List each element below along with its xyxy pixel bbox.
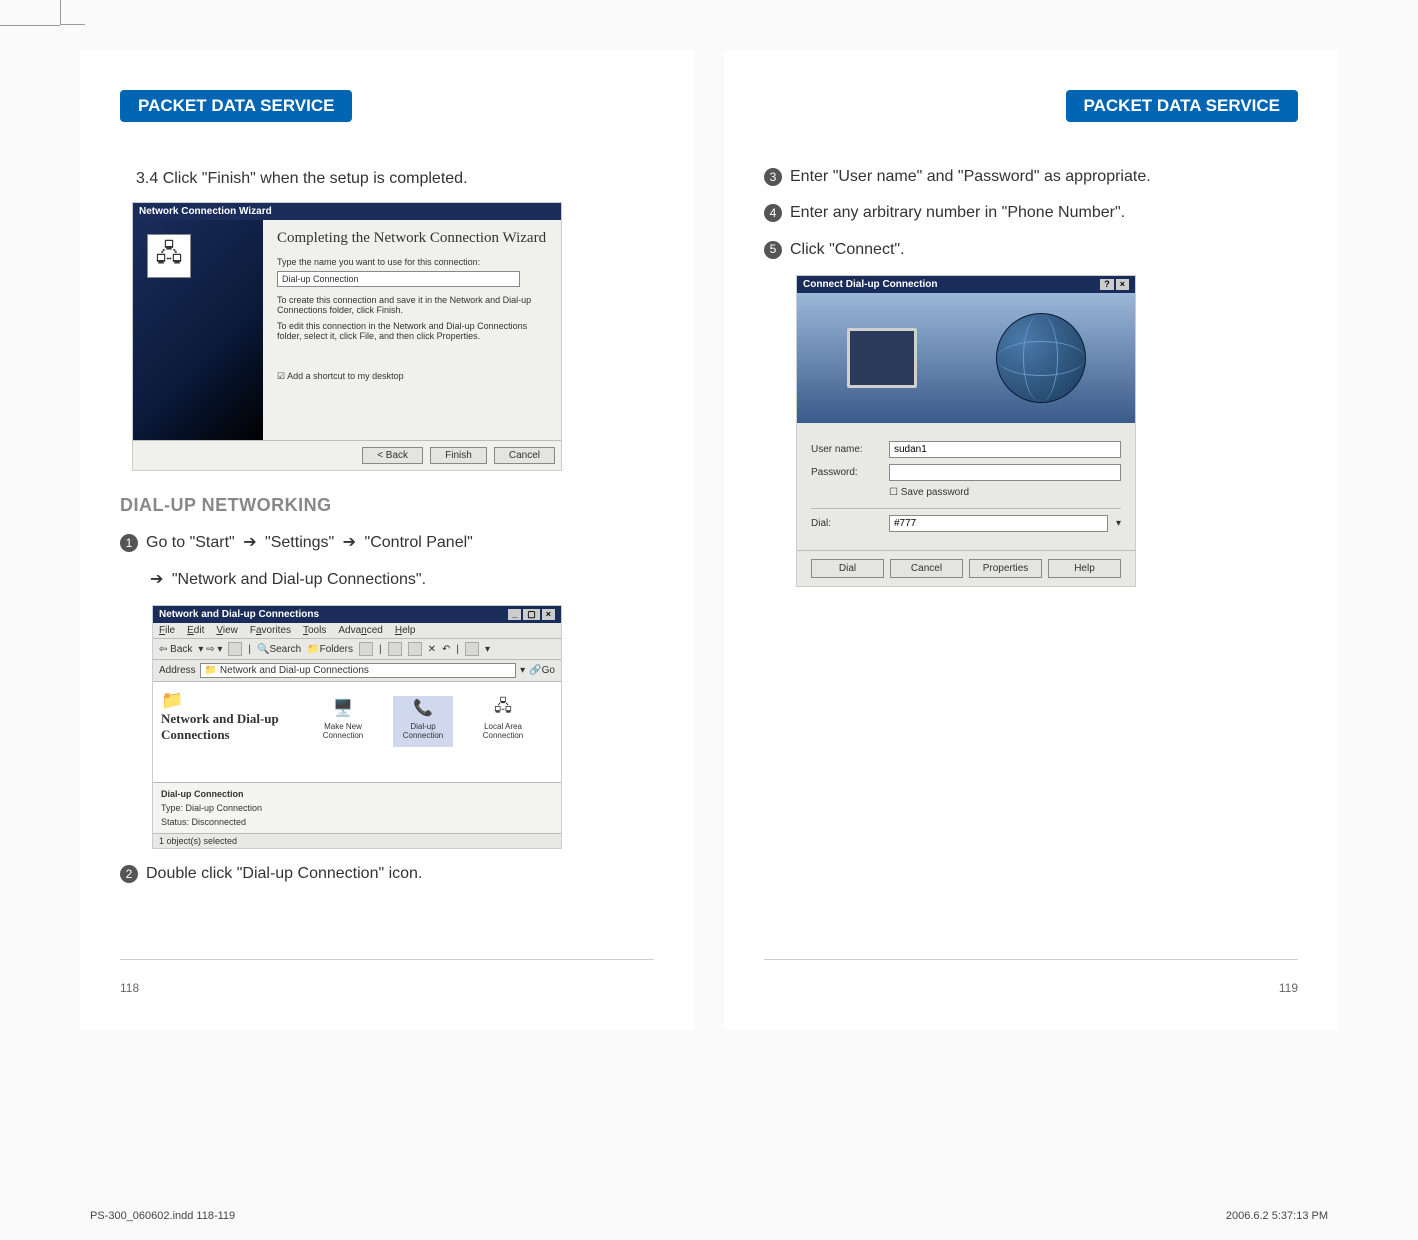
left-page: PACKET DATA SERVICE 3.4 Click "Finish" w… xyxy=(80,50,694,1030)
connect-cancel-button[interactable]: Cancel xyxy=(890,559,963,578)
menu-favorites[interactable]: Favorites xyxy=(250,625,291,636)
footer-metadata: PS-300_060602.indd 118-119 2006.6.2 5:37… xyxy=(90,1210,1328,1222)
history-icon[interactable] xyxy=(359,642,373,656)
username-input[interactable] xyxy=(889,441,1121,458)
step-3: 3 Enter "User name" and "Password" as ap… xyxy=(764,166,1298,188)
menu-tools[interactable]: Tools xyxy=(303,625,326,636)
step-2: 2 Double click "Dial-up Connection" icon… xyxy=(120,863,654,885)
step-4-number: 4 xyxy=(764,204,782,222)
footer-timestamp: 2006.6.2 5:37:13 PM xyxy=(1226,1210,1328,1222)
menu-file[interactable]: File xyxy=(159,625,175,636)
moveto-icon[interactable] xyxy=(388,642,402,656)
wizard-input[interactable]: Dial-up Connection xyxy=(277,271,520,287)
section-badge-left: PACKET DATA SERVICE xyxy=(120,90,352,122)
dial-button[interactable]: Dial xyxy=(811,559,884,578)
connect-titlebar: Connect Dial-up Connection ?× xyxy=(797,276,1135,293)
step-3-4: 3.4 Click "Finish" when the setup is com… xyxy=(136,168,654,190)
step-4: 4 Enter any arbitrary number in "Phone N… xyxy=(764,202,1298,224)
connect-art xyxy=(797,293,1135,423)
wizard-heading: Completing the Network Connection Wizard xyxy=(277,230,547,247)
minimize-icon[interactable]: _ xyxy=(508,609,521,620)
wizard-screenshot: Network Connection Wizard 🖧 Completing t… xyxy=(132,202,562,471)
username-label: User name: xyxy=(811,444,881,455)
back-button[interactable]: ⇦ Back xyxy=(159,644,192,655)
connect-dialog-screenshot: Connect Dial-up Connection ?× User name:… xyxy=(796,275,1136,587)
icon-lan[interactable]: 🖧 Local Area Connection xyxy=(473,696,533,747)
step-5-number: 5 xyxy=(764,241,782,259)
step-1-cont: ➔ "Network and Dial-up Connections". xyxy=(146,569,654,591)
folders-button[interactable]: 📁Folders xyxy=(307,644,353,655)
menu-edit[interactable]: Edit xyxy=(187,625,204,636)
explorer-address-bar: Address 📁 Network and Dial-up Connection… xyxy=(153,660,561,682)
wizard-desc2: To edit this connection in the Network a… xyxy=(277,321,547,341)
delete-icon[interactable]: ✕ xyxy=(428,644,436,655)
address-input[interactable]: 📁 Network and Dial-up Connections xyxy=(200,663,516,678)
views-icon[interactable] xyxy=(465,642,479,656)
arrow-icon: ➔ xyxy=(150,569,163,591)
up-icon[interactable] xyxy=(228,642,242,656)
dial-input[interactable] xyxy=(889,515,1108,532)
explorer-screenshot: Network and Dial-up Connections _▢× File… xyxy=(152,605,562,849)
page-number-right: 119 xyxy=(1279,981,1298,995)
save-password-checkbox[interactable]: ☐ Save password xyxy=(889,487,1121,498)
step-2-number: 2 xyxy=(120,865,138,883)
copyto-icon[interactable] xyxy=(408,642,422,656)
wizard-back-button[interactable]: < Back xyxy=(362,447,423,464)
page-spread: PACKET DATA SERVICE 3.4 Click "Finish" w… xyxy=(0,0,1418,1060)
wizard-finish-button[interactable]: Finish xyxy=(430,447,487,464)
footer-filename: PS-300_060602.indd 118-119 xyxy=(90,1210,235,1222)
step-1-number: 1 xyxy=(120,534,138,552)
help-button[interactable]: Help xyxy=(1048,559,1121,578)
step-1: 1 Go to "Start" ➔ "Settings" ➔ "Control … xyxy=(120,532,654,554)
wizard-icon: 🖧 xyxy=(147,234,191,278)
step-3-number: 3 xyxy=(764,168,782,186)
selected-status: Status: Disconnected xyxy=(161,817,553,827)
menu-advanced[interactable]: Advanced xyxy=(338,625,382,636)
section-badge-right: PACKET DATA SERVICE xyxy=(1066,90,1298,122)
password-label: Password: xyxy=(811,467,881,478)
wizard-side-art: 🖧 xyxy=(133,220,263,440)
dial-label: Dial: xyxy=(811,518,881,529)
right-page: PACKET DATA SERVICE 3 Enter "User name" … xyxy=(724,50,1338,1030)
step-5: 5 Click "Connect". xyxy=(764,239,1298,261)
selected-name: Dial-up Connection xyxy=(161,789,553,799)
icon-make-new[interactable]: 🖥️ Make New Connection xyxy=(313,696,373,747)
wizard-desc1: To create this connection and save it in… xyxy=(277,295,547,315)
arrow-icon: ➔ xyxy=(243,532,256,554)
selected-type: Type: Dial-up Connection xyxy=(161,803,553,813)
close-icon[interactable]: × xyxy=(542,609,555,620)
explorer-titlebar: Network and Dial-up Connections _▢× xyxy=(153,606,561,623)
password-input[interactable] xyxy=(889,464,1121,481)
monitor-icon xyxy=(847,328,917,388)
globe-icon xyxy=(996,313,1086,403)
undo-icon[interactable]: ↶ xyxy=(442,644,450,655)
explorer-menu[interactable]: File Edit View Favorites Tools Advanced … xyxy=(153,623,561,639)
explorer-heading: Network and Dial-up Connections xyxy=(161,711,301,743)
explorer-statusbar: 1 object(s) selected xyxy=(153,833,561,848)
arrow-icon: ➔ xyxy=(343,532,356,554)
address-label: Address xyxy=(159,665,196,676)
search-button[interactable]: 🔍Search xyxy=(257,644,301,655)
menu-view[interactable]: View xyxy=(216,625,238,636)
properties-button[interactable]: Properties xyxy=(969,559,1042,578)
maximize-icon[interactable]: ▢ xyxy=(523,609,540,620)
menu-help[interactable]: Help xyxy=(395,625,416,636)
wizard-checkbox[interactable]: ☑ Add a shortcut to my desktop xyxy=(277,371,547,382)
go-button[interactable]: 🔗Go xyxy=(529,665,555,676)
wizard-prompt: Type the name you want to use for this c… xyxy=(277,257,547,267)
explorer-toolbar: ⇦ Back ▾ ⇨ ▾ | 🔍Search 📁Folders | ✕ ↶ | … xyxy=(153,639,561,660)
dial-dropdown-icon[interactable]: ▾ xyxy=(1116,518,1121,529)
icon-dialup[interactable]: 📞 Dial-up Connection xyxy=(393,696,453,747)
page-number-left: 118 xyxy=(120,981,139,995)
close-icon[interactable]: × xyxy=(1116,279,1129,290)
wizard-titlebar: Network Connection Wizard xyxy=(133,203,561,220)
dialup-heading: DIAL-UP NETWORKING xyxy=(120,495,654,516)
help-icon[interactable]: ? xyxy=(1100,279,1114,290)
wizard-cancel-button[interactable]: Cancel xyxy=(494,447,555,464)
